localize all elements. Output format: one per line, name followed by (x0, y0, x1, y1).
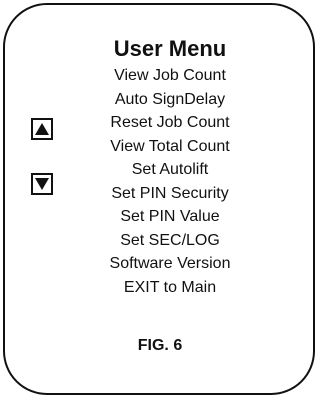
menu-item-software-version[interactable]: Software Version (40, 252, 300, 276)
menu-item-auto-sign-delay[interactable]: Auto SignDelay (40, 88, 300, 112)
down-arrow-icon (35, 178, 49, 190)
menu-item-set-autolift[interactable]: Set Autolift (40, 158, 300, 182)
menu-list: View Job Count Auto SignDelay Reset Job … (40, 64, 300, 299)
up-arrow-icon (35, 123, 49, 135)
menu-title: User Menu (113, 36, 227, 61)
menu-item-reset-job-count[interactable]: Reset Job Count (40, 111, 300, 135)
menu-item-set-pin-security[interactable]: Set PIN Security (40, 182, 300, 206)
menu-item-set-pin-value[interactable]: Set PIN Value (40, 205, 300, 229)
menu-item-exit-to-main[interactable]: EXIT to Main (40, 276, 300, 300)
menu-item-view-job-count[interactable]: View Job Count (40, 64, 300, 88)
down-arrow-button[interactable] (31, 173, 53, 195)
up-arrow-button[interactable] (31, 118, 53, 140)
menu-item-view-total-count[interactable]: View Total Count (40, 135, 300, 159)
menu-item-set-sec-log[interactable]: Set SEC/LOG (40, 229, 300, 253)
figure-label: FIG. 6 (137, 337, 183, 354)
